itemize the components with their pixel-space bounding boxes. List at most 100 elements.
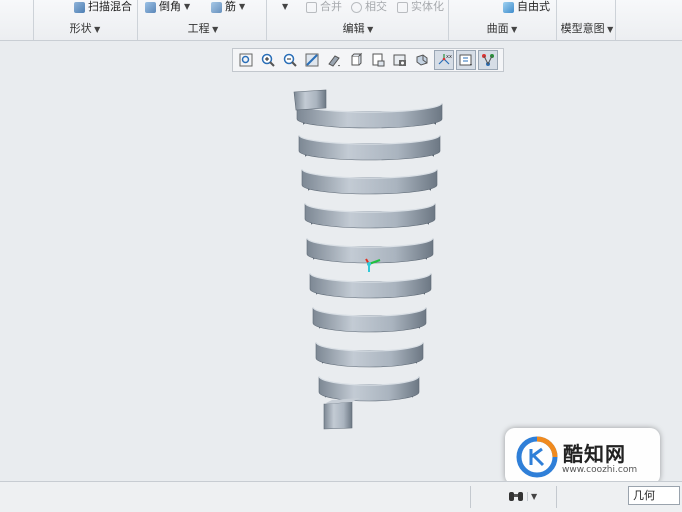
annotation-display-icon <box>459 54 472 66</box>
merge-button[interactable]: 合并 <box>306 0 342 14</box>
group-engineering[interactable]: 工程 ▼ <box>175 22 231 36</box>
zoom-in-button[interactable] <box>258 50 278 70</box>
group-shape-label: 形状 <box>69 22 92 35</box>
spring-coil-inner <box>303 111 436 125</box>
view-manager-icon <box>372 53 385 67</box>
spring-coil-inner <box>311 211 429 225</box>
group-shape[interactable]: 形状 ▼ <box>60 22 110 36</box>
view-settings-icon <box>416 54 428 66</box>
watermark: 酷知网 www.coozhi.com <box>505 428 660 485</box>
zoom-out-button[interactable] <box>280 50 300 70</box>
status-separator <box>556 486 557 508</box>
chamfer-button[interactable]: 倒角 ▼ <box>145 0 190 14</box>
spin-center-button[interactable] <box>478 50 498 70</box>
spring-coil <box>306 237 434 264</box>
group-editing[interactable]: 编辑 ▼ <box>330 22 386 36</box>
spring-coil-edge <box>301 168 438 179</box>
annotation-display-button[interactable] <box>456 50 476 70</box>
group-separator <box>448 0 449 40</box>
spring-coil-edge <box>318 375 420 386</box>
sweep-blend-label: 扫描混合 <box>88 0 132 13</box>
spring-coil <box>315 341 424 368</box>
svg-text:xx: xx <box>446 54 452 60</box>
spring-coil-edge <box>304 202 436 213</box>
spring-coil-inner <box>325 384 413 398</box>
group-surfaces[interactable]: 曲面 ▼ <box>474 22 530 36</box>
spring-coil-edge <box>298 134 441 145</box>
coozhi-logo-icon <box>516 436 558 478</box>
saved-orientations-icon <box>351 52 363 66</box>
find-button[interactable]: ▼ <box>508 486 544 506</box>
spring-coil-inner <box>319 315 420 329</box>
zoom-out-icon <box>283 53 297 67</box>
group-editing-label: 编辑 <box>342 22 365 35</box>
solidify-button[interactable]: 实体化 <box>397 0 444 14</box>
spring-coil-edge <box>296 102 443 113</box>
freestyle-button[interactable]: 自由式 <box>503 0 550 14</box>
rib-button[interactable]: 筋 ▼ <box>211 0 245 14</box>
spring-coil-edge <box>309 272 432 283</box>
refit-icon <box>239 53 253 67</box>
chamfer-icon <box>145 1 156 13</box>
binoculars-icon <box>509 492 523 501</box>
perspective-view-button[interactable] <box>390 50 410 70</box>
edit-dropdown-button[interactable]: ▼ <box>282 0 288 14</box>
freestyle-icon <box>503 1 514 13</box>
spring-coil-edge <box>315 341 424 352</box>
group-surfaces-label: 曲面 <box>486 22 509 35</box>
spring-coil-inner <box>308 177 431 191</box>
view-settings-button[interactable] <box>412 50 432 70</box>
graphics-toolbar: xx <box>232 48 504 72</box>
selection-filter-select[interactable]: 几何 <box>628 486 680 505</box>
rib-dropdown-icon[interactable]: ▼ <box>239 1 245 13</box>
datum-display-filters-button[interactable]: xx <box>434 50 454 70</box>
status-separator <box>470 486 471 508</box>
chevron-down-icon: ▼ <box>527 491 537 501</box>
intersect-button[interactable]: 相交 <box>351 0 387 14</box>
chamfer-dropdown-icon[interactable]: ▼ <box>184 1 190 13</box>
spring-coil <box>309 272 432 299</box>
spring-coil <box>304 202 436 229</box>
watermark-title: 酷知网 <box>563 442 626 466</box>
spring-coil <box>301 168 438 195</box>
spring-top-end <box>293 89 327 111</box>
sweep-blend-icon <box>74 1 85 13</box>
solidify-label: 实体化 <box>411 0 444 13</box>
repaint-button[interactable] <box>302 50 322 70</box>
display-style-button[interactable] <box>324 50 344 70</box>
watermark-url: www.coozhi.com <box>562 465 638 475</box>
spring-coil <box>312 306 427 333</box>
spring-coil <box>298 134 441 161</box>
coordinate-triad <box>365 258 381 272</box>
rib-icon <box>211 1 222 13</box>
group-separator <box>137 0 138 40</box>
spring-bottom-end-cap <box>324 398 360 404</box>
status-bar: ▼ 几何 <box>0 481 682 512</box>
group-separator <box>556 0 557 40</box>
merge-label: 合并 <box>320 0 342 13</box>
spring-bottom-end <box>323 401 353 430</box>
view-manager-button[interactable] <box>368 50 388 70</box>
spring-coil <box>296 102 443 129</box>
freestyle-label: 自由式 <box>517 0 550 13</box>
group-model-intent-label: 模型意图 <box>560 22 605 35</box>
group-model-intent[interactable]: 模型意图 ▼ <box>558 22 616 36</box>
saved-orientations-button[interactable] <box>346 50 366 70</box>
datum-display-filters-icon: xx <box>438 54 452 65</box>
sweep-blend-button[interactable]: 扫描混合 <box>74 0 132 14</box>
spring-coil-edge <box>312 306 427 317</box>
spring-coil-edge <box>306 237 434 248</box>
group-engineering-label: 工程 <box>187 22 210 35</box>
merge-icon <box>306 1 317 13</box>
group-separator <box>266 0 267 40</box>
spring-coil-inner <box>313 246 427 260</box>
chevron-down-icon: ▼ <box>282 2 289 11</box>
zoom-in-icon <box>261 53 275 67</box>
solidify-icon <box>397 1 408 13</box>
spring-coil-inner <box>315 281 425 295</box>
perspective-view-icon <box>393 54 406 66</box>
rib-label: 筋 <box>225 0 236 13</box>
intersect-label: 相交 <box>365 0 387 13</box>
refit-button[interactable] <box>236 50 256 70</box>
ribbon: 扫描混合 倒角 ▼ 筋 ▼ ▼ 合并 相交 实体化 自由式 形状 ▼ 工程 ▼ … <box>0 0 682 41</box>
